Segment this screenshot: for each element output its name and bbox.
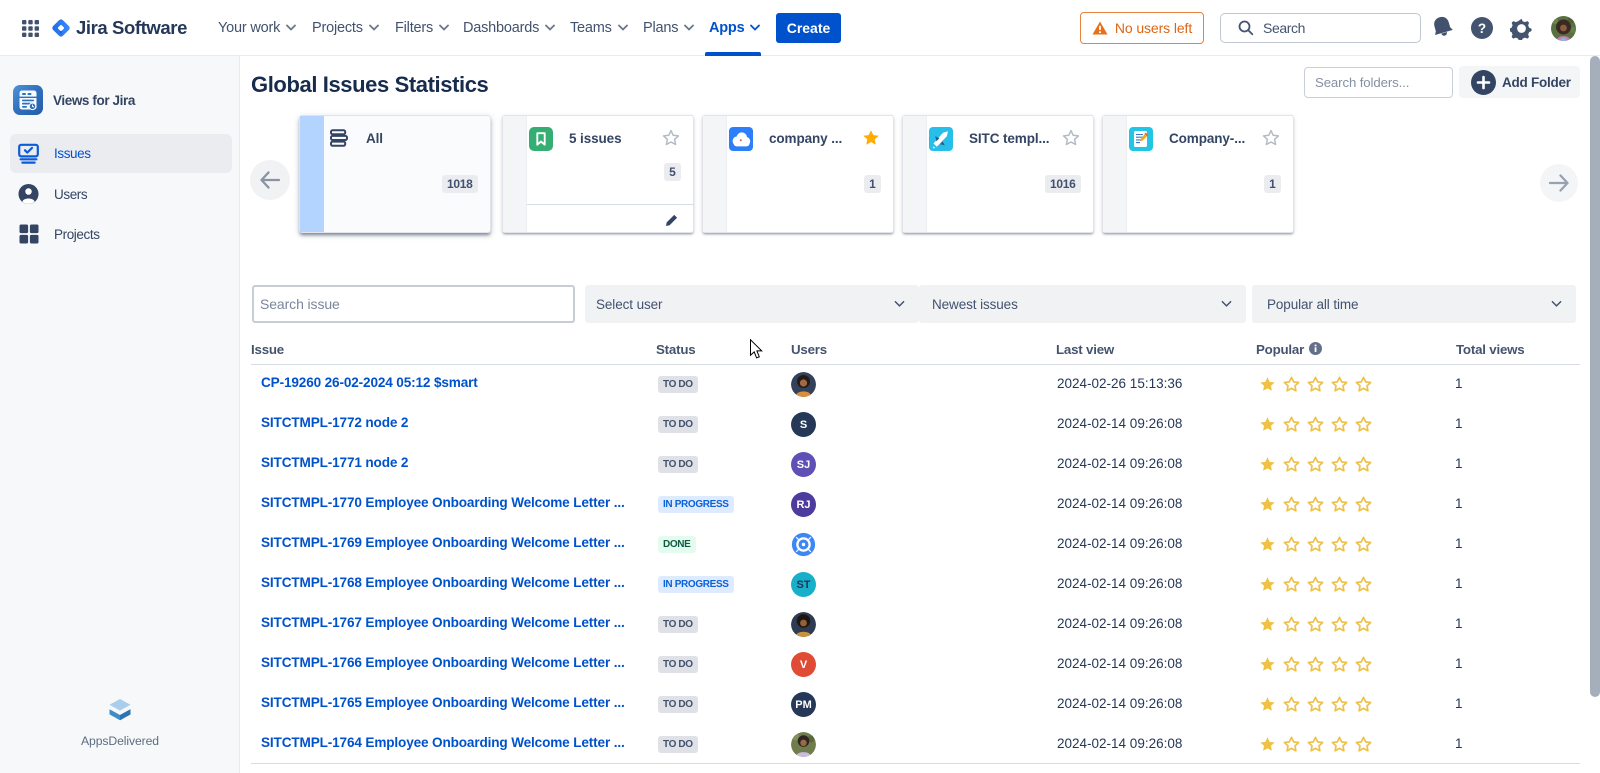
svg-text:?: ?	[1478, 21, 1486, 36]
